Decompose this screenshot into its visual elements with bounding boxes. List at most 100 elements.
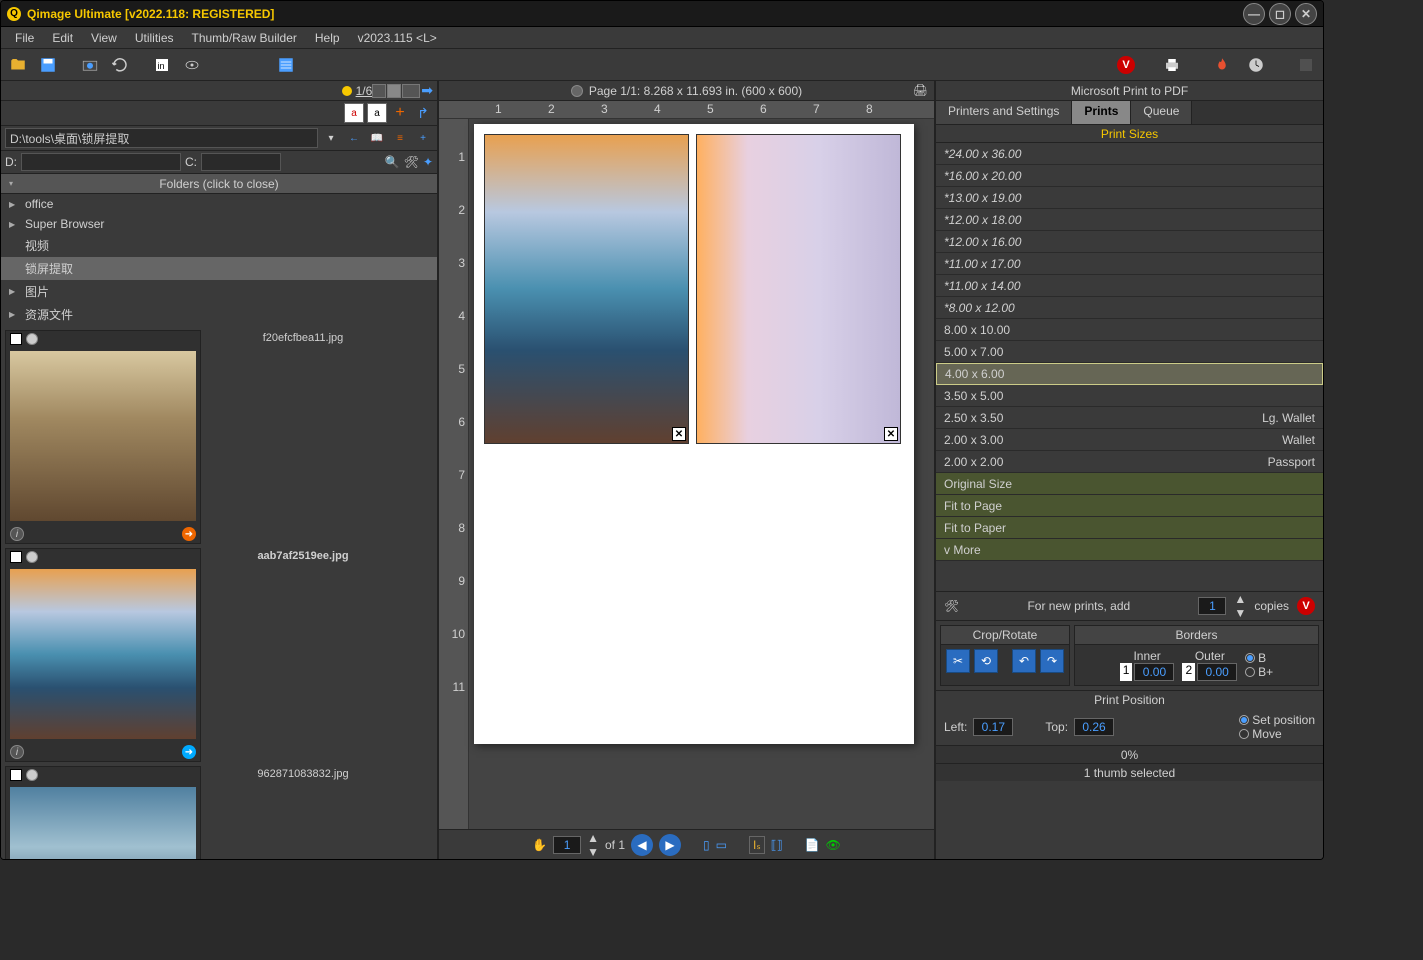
preview-image-1[interactable]: ✕ [484,134,689,444]
thumbnail-card[interactable]: i➜ [5,548,201,762]
binoculars-icon[interactable]: 🔍 [385,155,400,169]
v-badge-2[interactable]: V [1297,597,1315,615]
back-arrow-icon[interactable]: ← [344,128,364,148]
tab-printers-and-settings[interactable]: Printers and Settings [936,101,1072,124]
print-size-item[interactable]: 2.00 x 2.00Passport [936,451,1323,473]
redo-button[interactable]: ↷ [1040,649,1064,673]
page-number-input[interactable] [553,836,581,854]
folder-item[interactable]: 锁屏提取 [1,257,437,280]
lines-icon[interactable]: ≡ [390,128,410,148]
a-red-button[interactable]: a [344,103,364,123]
copies-input[interactable] [1198,597,1226,615]
print-size-item[interactable]: *13.00 x 19.00 [936,187,1323,209]
thumb-checkbox[interactable] [10,769,22,781]
crop-button[interactable]: ✂ [946,649,970,673]
text-tool-icon[interactable]: Iₛ [749,836,765,854]
print-size-item[interactable]: Fit to Page [936,495,1323,517]
tab-prints[interactable]: Prints [1072,101,1131,124]
c-input[interactable] [201,153,281,171]
plus-button[interactable]: + [390,103,410,123]
view-med-button[interactable] [387,84,401,98]
print-preview[interactable]: 1234567891011 ✕ ✕ [439,119,934,829]
clock-icon[interactable] [1243,52,1269,78]
book-icon[interactable]: 📖 [367,128,387,148]
menu-help[interactable]: Help [307,29,348,47]
maximize-button[interactable]: ◻ [1269,3,1291,25]
path-input[interactable] [5,128,318,148]
folder-item[interactable]: ▶资源文件 [1,303,437,326]
tools-small-icon[interactable]: 🛠 [944,599,959,613]
view-small-button[interactable] [372,84,386,98]
plus-arrow-button[interactable]: ↱ [413,103,433,123]
hand-icon[interactable]: ✋ [532,838,547,852]
list-icon[interactable] [273,52,299,78]
print-size-item[interactable]: 3.50 x 5.00 [936,385,1323,407]
menu-edit[interactable]: Edit [44,29,81,47]
print-size-item[interactable]: v More [936,539,1323,561]
thumbnail-card[interactable]: i➜ [5,330,201,544]
d-input[interactable] [21,153,181,171]
folder-open-icon[interactable] [5,52,31,78]
thumbnail-card[interactable]: i➜ [5,766,201,859]
undo-button[interactable]: ↶ [1012,649,1036,673]
plus-small-icon[interactable]: + [413,128,433,148]
left-position-input[interactable] [973,718,1013,736]
thumb-checkbox[interactable] [10,333,22,345]
next-page-button[interactable]: ▶ [659,834,681,856]
page-down[interactable]: ▼ [587,845,599,859]
star-icon[interactable]: ✦ [423,155,433,169]
printer-icon[interactable] [1159,52,1185,78]
menu-view[interactable]: View [83,29,125,47]
doc-icon[interactable]: 📄 [805,838,820,852]
rotate-button[interactable]: ⟲ [974,649,998,673]
eye-icon[interactable] [179,52,205,78]
print-size-item[interactable]: *24.00 x 36.00 [936,143,1323,165]
inner-border-input[interactable] [1134,663,1174,681]
view-large-button[interactable] [402,84,420,98]
page-up[interactable]: ▲ [587,831,599,845]
move-radio[interactable] [1239,729,1249,739]
prev-page-button[interactable]: ◀ [631,834,653,856]
mini-printer-icon[interactable]: 🖨 [913,83,928,97]
a-black-button[interactable]: a [367,103,387,123]
remove-image-button[interactable]: ✕ [884,427,898,441]
print-size-item[interactable]: Original Size [936,473,1323,495]
info-icon[interactable]: i [10,527,24,541]
print-size-item[interactable]: 4.00 x 6.00 [936,363,1323,385]
menu-utilities[interactable]: Utilities [127,29,182,47]
preview-image-2[interactable]: ✕ [696,134,901,444]
print-size-item[interactable]: 2.50 x 3.50Lg. Wallet [936,407,1323,429]
b-radio[interactable] [1245,653,1255,663]
v-badge-icon[interactable]: V [1117,56,1135,74]
dropdown-icon[interactable]: ▾ [321,128,341,148]
folders-header[interactable]: ▾ Folders (click to close) [1,174,437,194]
camera-icon[interactable] [77,52,103,78]
print-size-item[interactable]: *12.00 x 18.00 [936,209,1323,231]
remove-image-button[interactable]: ✕ [672,427,686,441]
print-size-item[interactable]: 5.00 x 7.00 [936,341,1323,363]
folder-item[interactable]: ▶Super Browser [1,214,437,234]
tab-queue[interactable]: Queue [1131,101,1192,124]
minimize-button[interactable]: — [1243,3,1265,25]
print-size-item[interactable]: 8.00 x 10.00 [936,319,1323,341]
add-arrow-icon[interactable]: ➜ [182,527,196,541]
print-size-item[interactable]: *11.00 x 17.00 [936,253,1323,275]
print-size-item[interactable]: *8.00 x 12.00 [936,297,1323,319]
folder-item[interactable]: 视频 [1,234,437,257]
print-size-item[interactable]: *12.00 x 16.00 [936,231,1323,253]
copies-down[interactable]: ▼ [1234,606,1246,620]
tools-icon[interactable]: 🛠 [404,155,419,169]
save-icon[interactable] [35,52,61,78]
print-size-item[interactable]: *11.00 x 14.00 [936,275,1323,297]
flame-icon[interactable] [1209,52,1235,78]
print-size-item[interactable]: 2.00 x 3.00Wallet [936,429,1323,451]
menu-version[interactable]: v2023.115 <L> [350,29,445,47]
folder-item[interactable]: ▶图片 [1,280,437,303]
bplus-radio[interactable] [1245,667,1255,677]
outer-border-input[interactable] [1197,663,1237,681]
menu-file[interactable]: File [7,29,42,47]
landscape-icon[interactable]: ▭ [716,838,727,852]
in-icon[interactable]: in [149,52,175,78]
portrait-icon[interactable]: ▯ [703,838,710,852]
menu-thumb-raw[interactable]: Thumb/Raw Builder [184,29,305,47]
